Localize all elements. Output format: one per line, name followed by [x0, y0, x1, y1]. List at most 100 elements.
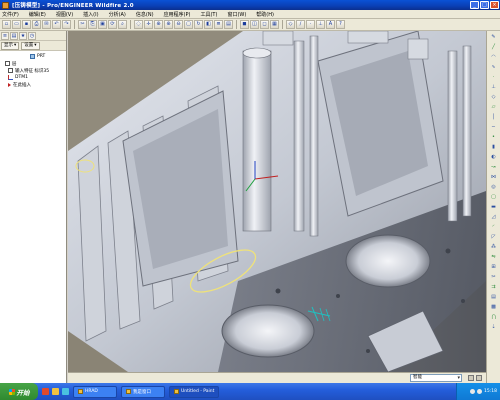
selection-filter-select[interactable]: 智能	[410, 374, 462, 382]
menu-applications[interactable]: 应用程序(P)	[164, 11, 191, 18]
line-icon[interactable]: ╱	[489, 43, 498, 51]
refit-icon[interactable]: ▢	[184, 20, 193, 29]
regenerate-icon[interactable]: ⟳	[108, 20, 117, 29]
datum-planes-icon[interactable]: ◇	[286, 20, 295, 29]
email-icon[interactable]: ✉	[42, 20, 51, 29]
taskbar-button-paint[interactable]: Untitled - Paint	[169, 385, 220, 398]
axis-icon[interactable]: │	[489, 113, 498, 121]
volume-icon[interactable]	[477, 389, 483, 394]
no-hidden-icon[interactable]: ◻	[260, 20, 269, 29]
menu-edit[interactable]: 编辑(E)	[29, 11, 46, 18]
draft-icon[interactable]: ◿	[489, 213, 498, 221]
status-screen-icon[interactable]	[476, 375, 482, 381]
new-icon[interactable]: ▫	[2, 20, 11, 29]
title-bar[interactable]: [压铸模型] - Pro/ENGINEER Wildfire 2.0 _ □ ×	[0, 0, 500, 10]
history-icon[interactable]: ◷	[28, 31, 36, 40]
datum-icon[interactable]: ◇	[489, 93, 498, 101]
undo-icon[interactable]: ↶	[52, 20, 61, 29]
menu-analysis[interactable]: 分析(A)	[109, 11, 126, 18]
tree-item-insert-here[interactable]: 在此插入	[2, 81, 64, 88]
ie-icon[interactable]	[42, 388, 49, 395]
model-tree-tab-icon[interactable]: ≡	[1, 31, 9, 40]
menu-info[interactable]: 信息(N)	[136, 11, 154, 18]
plane-icon[interactable]: ▱	[489, 103, 498, 111]
rib-icon[interactable]: ▬	[489, 203, 498, 211]
tree-item-imported-feature[interactable]: 输入特征 标识35	[2, 67, 64, 74]
show-dropdown[interactable]: 显示 ▾	[1, 41, 20, 50]
settings-dropdown[interactable]: 设置 ▾	[21, 41, 40, 50]
arc-icon[interactable]: ◠	[489, 53, 498, 61]
folder-browser-icon[interactable]: ▤	[10, 31, 18, 40]
offset-icon[interactable]: ⇉	[489, 283, 498, 291]
desktop-icon[interactable]	[62, 388, 69, 395]
annotations-icon[interactable]: A	[326, 20, 335, 29]
reorient-icon[interactable]: ↻	[194, 20, 203, 29]
graphics-viewport[interactable]	[68, 31, 486, 372]
mirror-icon[interactable]: ⇋	[489, 253, 498, 261]
hidden-line-icon[interactable]: ◫	[250, 20, 259, 29]
intersect-icon[interactable]: ⋂	[489, 313, 498, 321]
pattern-icon[interactable]: ⁂	[489, 243, 498, 251]
menu-help[interactable]: 帮助(H)	[256, 11, 274, 18]
network-icon[interactable]	[470, 389, 476, 394]
tree-item-dtm1[interactable]: DTM1	[2, 74, 64, 81]
sketch-icon[interactable]: ✎	[489, 33, 498, 41]
point-icon[interactable]: ·	[489, 73, 498, 81]
extrude-icon[interactable]: ▮	[489, 143, 498, 151]
tree-root[interactable]: PRT	[2, 53, 64, 60]
maximize-button[interactable]: □	[480, 1, 489, 9]
cut-icon[interactable]: ✂	[78, 20, 87, 29]
copy-icon[interactable]: ⎘	[88, 20, 97, 29]
thicken-icon[interactable]: ▤	[489, 293, 498, 301]
datum-points-icon[interactable]: ·	[306, 20, 315, 29]
close-button[interactable]: ×	[490, 1, 499, 9]
menu-tools[interactable]: 工具(T)	[200, 11, 217, 18]
view-manager-icon[interactable]: ▤	[224, 20, 233, 29]
menu-view[interactable]: 视图(V)	[56, 11, 73, 18]
zoom-in-icon[interactable]: ⊕	[164, 20, 173, 29]
status-light-icon[interactable]	[468, 375, 474, 381]
round-icon[interactable]: ◜	[489, 223, 498, 231]
taskbar-button-hrad[interactable]: HRAD	[73, 385, 117, 398]
layers-icon[interactable]: ≣	[214, 20, 223, 29]
repaint-icon[interactable]: ◌	[134, 20, 143, 29]
menu-file[interactable]: 文件(F)	[2, 11, 19, 18]
help-icon[interactable]: ?	[336, 20, 345, 29]
favorites-icon[interactable]: ★	[19, 31, 27, 40]
paste-icon[interactable]: ▣	[98, 20, 107, 29]
point2-icon[interactable]: •	[489, 133, 498, 141]
minimize-button[interactable]: _	[470, 1, 479, 9]
shell-icon[interactable]: ▢	[489, 193, 498, 201]
explorer-icon[interactable]	[52, 388, 59, 395]
curve-icon[interactable]: ∼	[489, 123, 498, 131]
shading-icon[interactable]: ◼	[240, 20, 249, 29]
menu-window[interactable]: 窗口(W)	[227, 11, 246, 18]
menu-insert[interactable]: 插入(I)	[83, 11, 98, 18]
datum-axes-icon[interactable]: ∕	[296, 20, 305, 29]
revolve-icon[interactable]: ◐	[489, 153, 498, 161]
chamfer-icon[interactable]: ◸	[489, 233, 498, 241]
merge-icon[interactable]: ⊞	[489, 263, 498, 271]
redo-icon[interactable]: ↷	[62, 20, 71, 29]
spline-icon[interactable]: ∿	[489, 63, 498, 71]
sweep-icon[interactable]: ↝	[489, 163, 498, 171]
open-icon[interactable]: ▭	[12, 20, 21, 29]
orient-icon[interactable]: ⊕	[154, 20, 163, 29]
spin-center-icon[interactable]: ✛	[144, 20, 153, 29]
tree-item-layers[interactable]: 层	[2, 60, 64, 67]
blend-icon[interactable]: ⋈	[489, 173, 498, 181]
project-icon[interactable]: ⇣	[489, 323, 498, 331]
solidify-icon[interactable]: ▩	[489, 303, 498, 311]
search-icon[interactable]: ⌕	[118, 20, 127, 29]
coord-sys-icon[interactable]: ⊥	[316, 20, 325, 29]
save-icon[interactable]: ▪	[22, 20, 31, 29]
saved-views-icon[interactable]: ◧	[204, 20, 213, 29]
print-icon[interactable]: ⎙	[32, 20, 41, 29]
trim-icon[interactable]: ✂	[489, 273, 498, 281]
csys-icon[interactable]: ⊥	[489, 83, 498, 91]
zoom-out-icon[interactable]: ⊖	[174, 20, 183, 29]
hole-icon[interactable]: ◎	[489, 183, 498, 191]
taskbar-button-window[interactable]: 我是窗口	[121, 385, 165, 398]
wireframe-icon[interactable]: ▦	[270, 20, 279, 29]
start-button[interactable]: 开始	[0, 383, 38, 400]
